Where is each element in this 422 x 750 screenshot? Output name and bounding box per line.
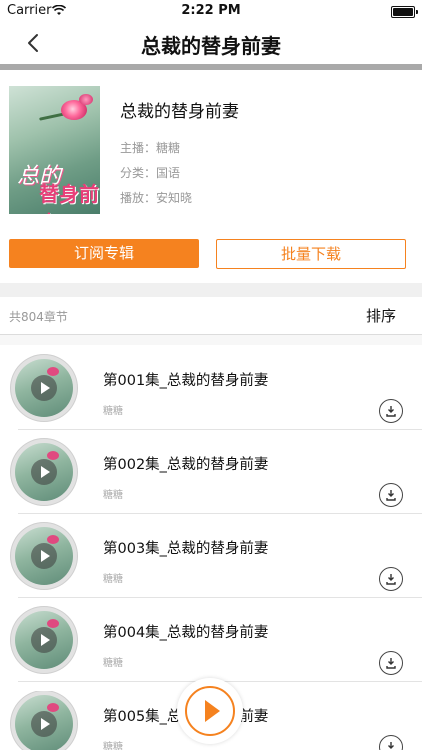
episode-title: 第004集_总裁的替身前妻 <box>103 625 269 641</box>
battery-icon <box>391 6 418 18</box>
episode-thumbnail[interactable] <box>11 691 77 750</box>
list-item[interactable]: 第003集_总裁的替身前妻 糖糖 <box>0 523 422 607</box>
episode-thumbnail[interactable] <box>11 523 77 589</box>
category-value: 国语 <box>156 166 181 180</box>
episode-author: 糖糖 <box>103 406 123 417</box>
anchor-value: 糖糖 <box>156 141 181 155</box>
narrator-value: 安知晓 <box>156 191 193 205</box>
album-narrator: 播放：安知晓 <box>120 189 192 206</box>
episode-author: 糖糖 <box>103 742 123 750</box>
play-icon[interactable] <box>31 711 57 737</box>
narrator-label: 播放： <box>120 191 157 205</box>
list-item[interactable]: 第002集_总裁的替身前妻 糖糖 <box>0 439 422 523</box>
episode-thumbnail[interactable] <box>11 355 77 421</box>
episode-title: 第002集_总裁的替身前妻 <box>103 457 269 473</box>
status-time: 2:22 PM <box>181 3 241 18</box>
episode-thumbnail[interactable] <box>11 439 77 505</box>
battery-level <box>393 8 413 16</box>
episode-title: 第003集_总裁的替身前妻 <box>103 541 269 557</box>
play-icon[interactable] <box>31 459 57 485</box>
status-bar: Carrier 2:22 PM <box>0 0 422 22</box>
nav-divider <box>0 64 422 70</box>
episode-thumbnail[interactable] <box>11 607 77 673</box>
divider <box>18 429 422 430</box>
episode-author: 糖糖 <box>103 574 123 585</box>
album-category: 分类：国语 <box>120 164 180 181</box>
list-gap <box>0 335 422 345</box>
nav-bar: 总裁的替身前妻 <box>0 22 422 64</box>
play-icon[interactable] <box>31 627 57 653</box>
play-icon[interactable] <box>185 686 235 736</box>
page-title: 总裁的替身前妻 <box>141 34 281 58</box>
cover-text-bottom: 替身前妻 <box>39 182 99 214</box>
download-icon[interactable] <box>379 651 403 675</box>
download-icon[interactable] <box>379 735 403 750</box>
batch-download-button[interactable]: 批量下载 <box>216 239 406 269</box>
list-item[interactable]: 第001集_总裁的替身前妻 糖糖 <box>0 355 422 439</box>
episode-title: 第001集_总裁的替身前妻 <box>103 373 269 389</box>
download-icon[interactable] <box>379 399 403 423</box>
episode-author: 糖糖 <box>103 490 123 501</box>
album-title: 总裁的替身前妻 <box>120 102 239 122</box>
album-anchor: 主播：糖糖 <box>120 139 180 156</box>
download-icon[interactable] <box>379 567 403 591</box>
anchor-label: 主播： <box>120 141 157 155</box>
play-icon[interactable] <box>31 375 57 401</box>
play-icon[interactable] <box>31 543 57 569</box>
subscribe-button[interactable]: 订阅专辑 <box>9 239 199 268</box>
episode-author: 糖糖 <box>103 658 123 669</box>
list-header: 共804章节 排序 <box>0 297 422 335</box>
divider <box>18 597 422 598</box>
section-gap <box>0 283 422 297</box>
floating-play-button[interactable] <box>177 678 243 744</box>
episode-count: 共804章节 <box>9 310 68 324</box>
download-icon[interactable] <box>379 483 403 507</box>
divider <box>18 513 422 514</box>
sort-button[interactable]: 排序 <box>366 305 396 326</box>
album-cover: 总的 替身前妻 <box>9 86 100 214</box>
category-label: 分类： <box>120 166 157 180</box>
